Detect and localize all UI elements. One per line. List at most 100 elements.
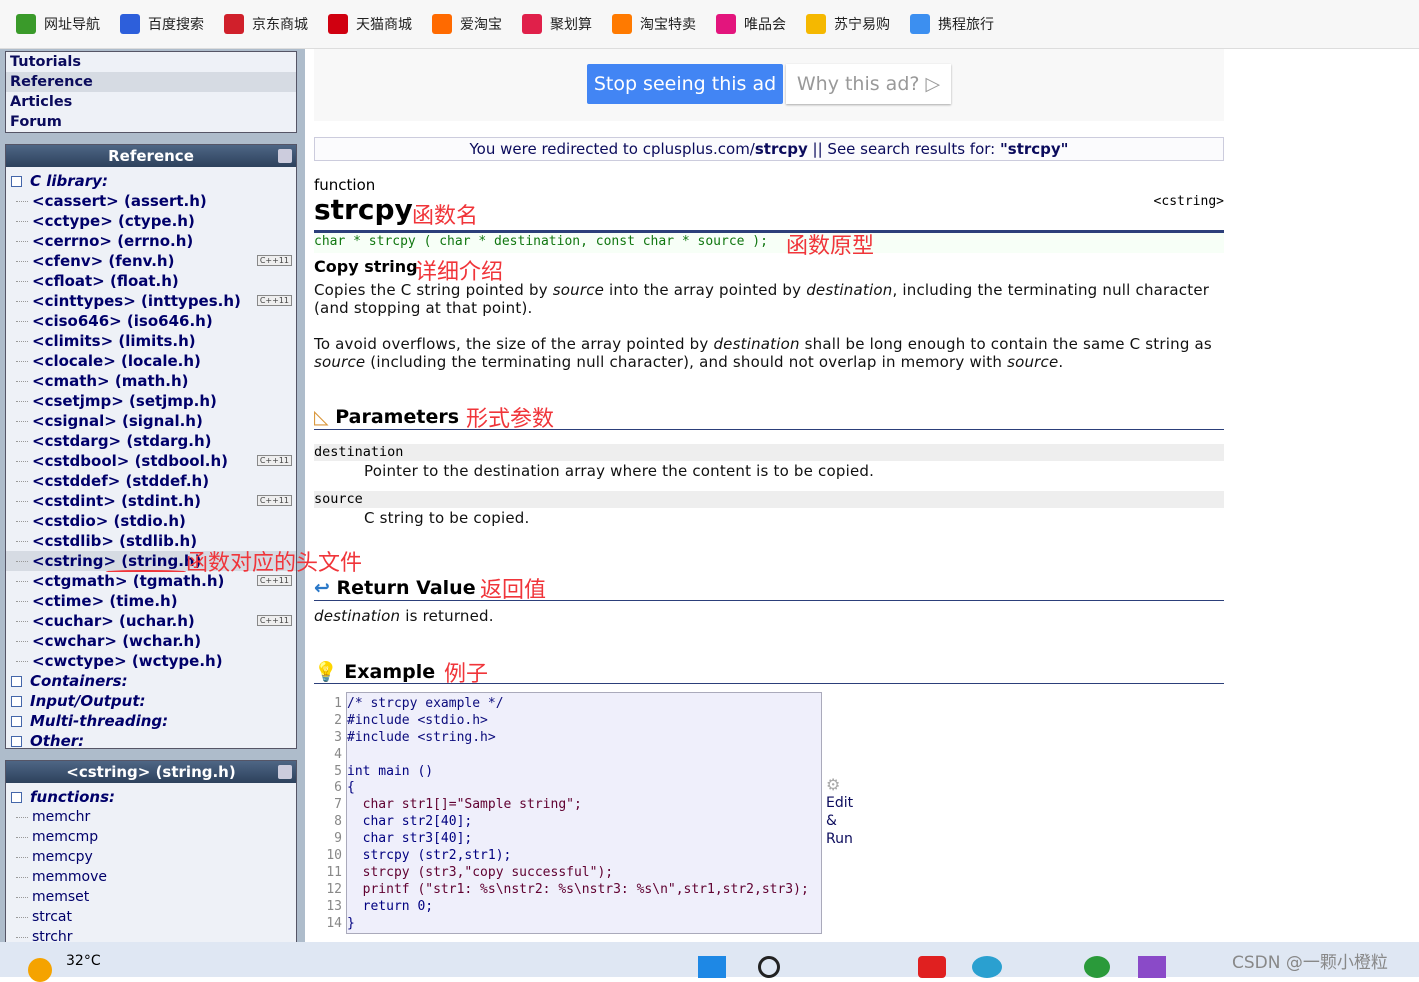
bookmark-item[interactable]: 苏宁易购 — [806, 14, 890, 34]
code-text: char str2[40]; — [347, 814, 473, 830]
redirect-term[interactable]: strcpy — [755, 140, 808, 158]
function-item[interactable]: memset — [6, 887, 296, 907]
tree-item-header[interactable]: <cfloat> (float.h) — [6, 271, 296, 291]
code-text: char str1[]="Sample string"; — [347, 797, 582, 813]
bookmark-label: 京东商城 — [252, 17, 308, 33]
search-icon[interactable] — [758, 956, 780, 978]
visual-studio-icon[interactable] — [1138, 956, 1166, 978]
code-line: 1 /* strcpy example */ — [334, 695, 821, 712]
panel-title: Reference — [108, 147, 194, 165]
tree-item-header[interactable]: <cfenv> (fenv.h) C++11 — [6, 251, 296, 271]
tree-item-header[interactable]: <cctype> (ctype.h) — [6, 211, 296, 231]
nav-tutorials[interactable]: Tutorials — [6, 52, 296, 72]
tree-item-header[interactable]: <cuchar> (uchar.h) C++11 — [6, 611, 296, 631]
text-fragment: destination — [713, 335, 800, 353]
bookmark-item[interactable]: 淘宝特卖 — [612, 14, 696, 34]
nav-articles[interactable]: Articles — [6, 92, 296, 112]
tree-group[interactable]: Multi-threading: — [6, 711, 296, 731]
function-item[interactable]: memcmp — [6, 827, 296, 847]
tree-item-header[interactable]: <cassert> (assert.h) — [6, 191, 296, 211]
code-text: #include <stdio.h> — [347, 712, 488, 728]
taskbar: 32°C CSDN @一颗小橙粒 — [0, 942, 1419, 982]
tree-item-header[interactable]: <csetjmp> (setjmp.h) — [6, 391, 296, 411]
function-item[interactable]: memchr — [6, 807, 296, 827]
nav-forum[interactable]: Forum — [6, 112, 296, 132]
bookmark-icon — [612, 14, 632, 34]
text-fragment: & — [826, 813, 837, 829]
header-label: <csetjmp> (setjmp.h) — [32, 392, 217, 410]
tree-item-header[interactable]: <cstdint> (stdint.h) C++11 — [6, 491, 296, 511]
stop-ad-button[interactable]: Stop seeing this ad — [587, 64, 783, 104]
edge-icon[interactable] — [972, 956, 1002, 978]
book-icon[interactable] — [278, 149, 292, 163]
bookmark-item[interactable]: 携程旅行 — [910, 14, 994, 34]
tree-item-header[interactable]: <climits> (limits.h) — [6, 331, 296, 351]
bookmark-icon — [522, 14, 542, 34]
line-number: 3 — [334, 729, 342, 745]
bookmark-icon — [716, 14, 736, 34]
bookmark-icon — [120, 14, 140, 34]
function-item[interactable]: memmove — [6, 867, 296, 887]
tree-group[interactable]: Containers: — [6, 671, 296, 691]
code-line: 10 strcpy (str2,str1); — [326, 847, 821, 864]
tree-item-header[interactable]: <ctime> (time.h) — [6, 591, 296, 611]
gear-icon: ⚙ — [826, 775, 841, 794]
ruler-icon: ◺ — [314, 406, 329, 428]
text-fragment: Run — [826, 831, 853, 847]
tree-item-header[interactable]: <cerrno> (errno.h) — [6, 231, 296, 251]
tree-item-header[interactable]: <cstddef> (stddef.h) — [6, 471, 296, 491]
bookmarks-bar: 网址导航 百度搜索 京东商城 天猫商城 爱淘宝 聚划算 淘宝特卖 唯品会 苏宁易购 携程旅行 — [0, 0, 1419, 49]
line-number: 1 — [334, 696, 342, 711]
header-link[interactable]: <cstring> — [1150, 194, 1224, 209]
header-label: <cmath> (math.h) — [32, 372, 189, 390]
bookmark-label: 天猫商城 — [356, 17, 412, 33]
book-icon[interactable] — [278, 765, 292, 779]
site-nav: Tutorials Reference Articles Forum — [5, 51, 297, 133]
start-icon[interactable] — [698, 956, 726, 978]
search-results-link[interactable]: See search results for: — [827, 140, 1000, 158]
code-line: 7 char str1[]="Sample string"; — [334, 796, 821, 813]
tree-item-header[interactable]: <cwchar> (wchar.h) — [6, 631, 296, 651]
tree-group[interactable]: Other: — [6, 731, 296, 751]
bookmark-item[interactable]: 百度搜索 — [120, 14, 204, 34]
header-label: <cuchar> (uchar.h) — [32, 612, 195, 630]
bookmark-item[interactable]: 聚划算 — [522, 14, 592, 34]
header-label: <ciso646> (iso646.h) — [32, 312, 213, 330]
tree-group-c-library[interactable]: C library: — [6, 171, 296, 191]
header-label: <cstdarg> (stdarg.h) — [32, 432, 212, 450]
tree-item-header[interactable]: <cstdarg> (stdarg.h) — [6, 431, 296, 451]
edit-run-link[interactable]: ⚙ Edit & Run — [826, 776, 853, 848]
code-line: 2 #include <stdio.h> — [334, 712, 821, 729]
header-label: <cassert> (assert.h) — [32, 192, 207, 210]
function-item[interactable]: strcat — [6, 907, 296, 927]
bookmark-item[interactable]: 京东商城 — [224, 14, 308, 34]
cpp11-badge: C++11 — [256, 495, 292, 506]
code-text: strcpy (str2,str1); — [347, 848, 512, 864]
wechat-icon[interactable] — [1084, 956, 1110, 978]
bookmark-item[interactable]: 网址导航 — [16, 14, 100, 34]
search-term[interactable]: "strcpy" — [1000, 140, 1069, 158]
annotation-example: 例子 — [444, 662, 489, 687]
nav-reference[interactable]: Reference — [6, 72, 296, 92]
why-ad-button[interactable]: Why this ad? ▷ — [786, 64, 951, 104]
tree-group-functions[interactable]: functions: — [6, 787, 296, 807]
tree-item-header[interactable]: <cwctype> (wctype.h) — [6, 651, 296, 671]
bookmark-item[interactable]: 爱淘宝 — [432, 14, 502, 34]
tree-item-header[interactable]: <cstdbool> (stdbool.h) C++11 — [6, 451, 296, 471]
function-item[interactable]: memcpy — [6, 847, 296, 867]
temperature[interactable]: 32°C — [66, 953, 101, 969]
tree-item-header[interactable]: <clocale> (locale.h) — [6, 351, 296, 371]
tree-group[interactable]: Input/Output: — [6, 691, 296, 711]
tree-item-header[interactable]: <csignal> (signal.h) — [6, 411, 296, 431]
weather-icon[interactable] — [28, 958, 52, 982]
bookmark-item[interactable]: 唯品会 — [716, 14, 786, 34]
tree-item-header[interactable]: <ciso646> (iso646.h) — [6, 311, 296, 331]
header-label: <cstdint> (stdint.h) — [32, 492, 201, 510]
annotation-underline — [106, 570, 186, 573]
netease-music-icon[interactable] — [918, 956, 946, 978]
tree-item-header[interactable]: <cstdio> (stdio.h) — [6, 511, 296, 531]
tree-item-header[interactable]: <cmath> (math.h) — [6, 371, 296, 391]
param-desc: Pointer to the destination array where t… — [364, 462, 875, 480]
tree-item-header[interactable]: <cinttypes> (inttypes.h) C++11 — [6, 291, 296, 311]
bookmark-item[interactable]: 天猫商城 — [328, 14, 412, 34]
